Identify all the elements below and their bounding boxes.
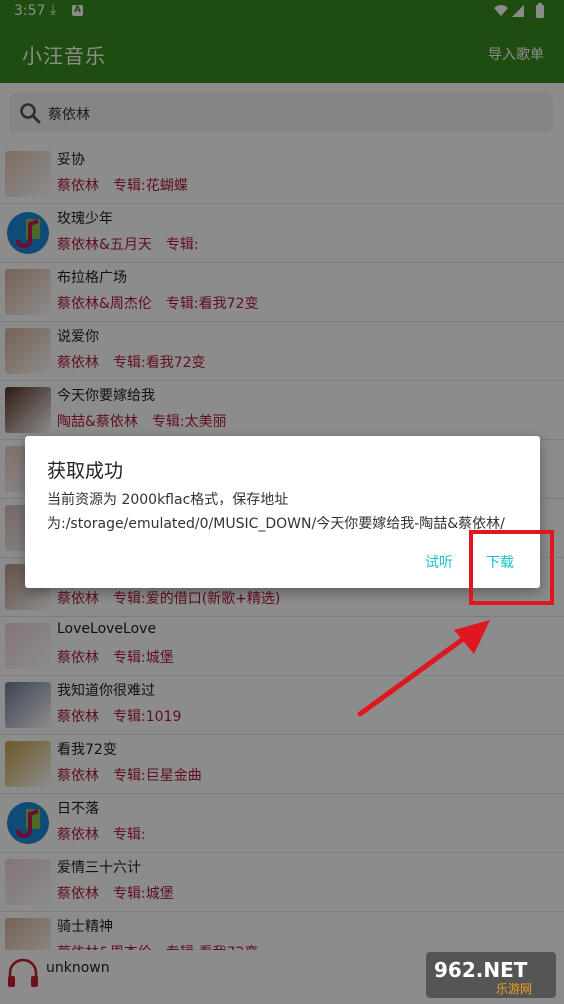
- red-arrow-annotation: [357, 620, 490, 717]
- dialog-message: 当前资源为 2000kflac格式，保存地址为:/storage/emulate…: [47, 492, 505, 532]
- watermark-logo: 962.NET 乐游网: [426, 952, 556, 998]
- listen-button[interactable]: 试听: [425, 552, 453, 572]
- download-dialog: 获取成功 当前资源为 2000kflac格式，保存地址为:/storage/em…: [25, 436, 540, 588]
- highlight-box: [469, 530, 554, 605]
- svg-text:乐游网: 乐游网: [496, 982, 532, 996]
- svg-text:962.NET: 962.NET: [434, 958, 528, 982]
- dialog-title: 获取成功: [47, 460, 124, 482]
